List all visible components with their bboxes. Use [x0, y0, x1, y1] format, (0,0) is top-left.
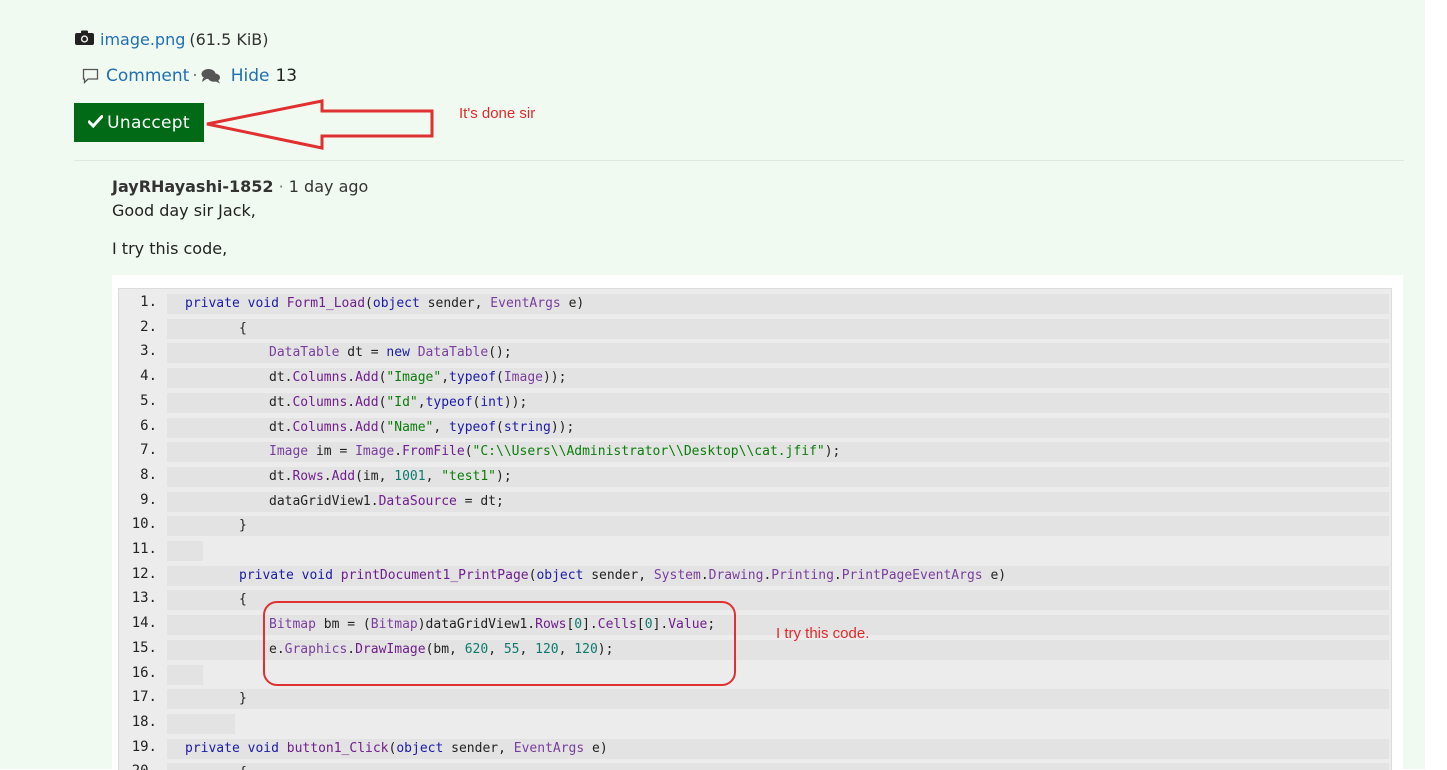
- code-text: Image im = Image.FromFile("C:\\Users\\Ad…: [269, 444, 841, 460]
- code-line: 7. Image im = Image.FromFile("C:\\Users\\…: [119, 440, 1391, 464]
- code-block: 1. private void Form1_Load(object sender,…: [118, 288, 1392, 770]
- code-line: 4. dt.Columns.Add("Image",typeof(Image));: [119, 366, 1391, 390]
- code-text: {: [239, 765, 247, 770]
- comment-actions: Comment · Hide 13: [82, 66, 297, 86]
- line-number: 16.: [131, 664, 157, 681]
- code-text: }: [239, 691, 247, 707]
- code-line: 8. dt.Rows.Add(im, 1001, "test1");: [119, 465, 1391, 489]
- code-line: 5. dt.Columns.Add("Id",typeof(int));: [119, 391, 1391, 415]
- comment-count: 13: [275, 66, 298, 86]
- line-number: 7.: [140, 442, 157, 459]
- line-number: 3.: [140, 343, 157, 360]
- code-line: 17.}: [119, 687, 1391, 711]
- code-text: }: [239, 518, 247, 534]
- line-number: 5.: [140, 392, 157, 409]
- code-text: private void Form1_Load(object sender, E…: [185, 296, 585, 311]
- unaccept-label: Unaccept: [107, 112, 190, 133]
- line-number: 10.: [131, 516, 157, 533]
- code-line-background: [167, 318, 1389, 339]
- code-text: dt.Columns.Add("Name", typeof(string));: [269, 419, 575, 435]
- divider: [74, 160, 1404, 161]
- line-number: 18.: [131, 713, 157, 730]
- red-circle-annotation: [263, 601, 736, 686]
- code-line-background: [167, 516, 1389, 537]
- code-text: dataGridView1.DataSource = dt;: [269, 493, 504, 509]
- comment-time: 1 day ago: [288, 177, 369, 196]
- line-number: 13.: [131, 590, 157, 607]
- hide-comments-button[interactable]: Hide: [231, 66, 270, 86]
- code-line-background: [167, 664, 203, 685]
- code-line-background: [167, 713, 235, 734]
- annotation-try-code: I try this code.: [776, 625, 870, 642]
- code-text: DataTable dt = new DataTable();: [269, 345, 512, 361]
- code-text: dt.Columns.Add("Id",typeof(int));: [269, 394, 528, 410]
- action-separator: ·: [192, 66, 198, 86]
- line-number: 19.: [131, 738, 157, 755]
- line-number: 8.: [140, 466, 157, 483]
- code-line: 19. private void button1_Click(object sen…: [119, 737, 1391, 761]
- meta-separator: ·: [278, 177, 284, 196]
- check-icon: [87, 113, 105, 133]
- line-number: 9.: [140, 491, 157, 508]
- code-line: 1. private void Form1_Load(object sender,…: [119, 292, 1391, 316]
- code-line: 12. private void printDocument1_PrintPage…: [119, 564, 1391, 588]
- comment-meta: JayRHayashi-1852 · 1 day ago: [112, 177, 368, 196]
- code-line-background: [167, 689, 1389, 710]
- code-line: 6. dt.Columns.Add("Name", typeof(string))…: [119, 416, 1391, 440]
- code-text: private void printDocument1_PrintPage(ob…: [239, 567, 1007, 583]
- camera-icon: [75, 30, 94, 49]
- attachment-size: (61.5 KiB): [189, 30, 269, 49]
- comment-icon: [82, 68, 99, 84]
- code-line: 3. DataTable dt = new DataTable();: [119, 341, 1391, 365]
- code-text: private void button1_Click(object sender…: [185, 740, 608, 756]
- line-number: 15.: [131, 639, 157, 656]
- comment-button[interactable]: Comment: [106, 66, 189, 86]
- page-margin: [1425, 0, 1447, 769]
- code-text: {: [239, 320, 247, 336]
- line-number: 11.: [131, 541, 157, 557]
- code-line: 11.: [119, 539, 1391, 563]
- attachment-link[interactable]: image.png: [100, 30, 185, 49]
- red-arrow-annotation: [206, 99, 434, 150]
- line-number: 4.: [140, 368, 157, 385]
- line-number: 12.: [131, 565, 157, 582]
- code-text: dt.Rows.Add(im, 1001, "test1");: [269, 468, 512, 484]
- code-text: dt.Columns.Add("Image",typeof(Image));: [269, 370, 567, 386]
- attachment-row: image.png (61.5 KiB): [75, 30, 268, 49]
- line-number: 1.: [140, 294, 157, 310]
- annotation-done: It's done sir: [459, 105, 536, 122]
- line-number: 14.: [131, 615, 157, 632]
- comment-greeting: Good day sir Jack,: [112, 201, 256, 220]
- code-line-background: [167, 541, 203, 561]
- line-number: 17.: [131, 689, 157, 706]
- line-number: 2.: [140, 318, 157, 335]
- code-line: 2. {: [119, 317, 1391, 341]
- code-line: 10.}: [119, 514, 1391, 538]
- comment-intro: I try this code,: [112, 239, 228, 258]
- line-number: 6.: [140, 417, 157, 434]
- comment-author[interactable]: JayRHayashi-1852: [112, 177, 274, 196]
- unaccept-button[interactable]: Unaccept: [74, 103, 204, 142]
- code-line: 18.: [119, 712, 1391, 736]
- code-line: 9. dataGridView1.DataSource = dt;: [119, 490, 1391, 514]
- code-text: {: [239, 592, 247, 608]
- comments-icon: [201, 68, 221, 84]
